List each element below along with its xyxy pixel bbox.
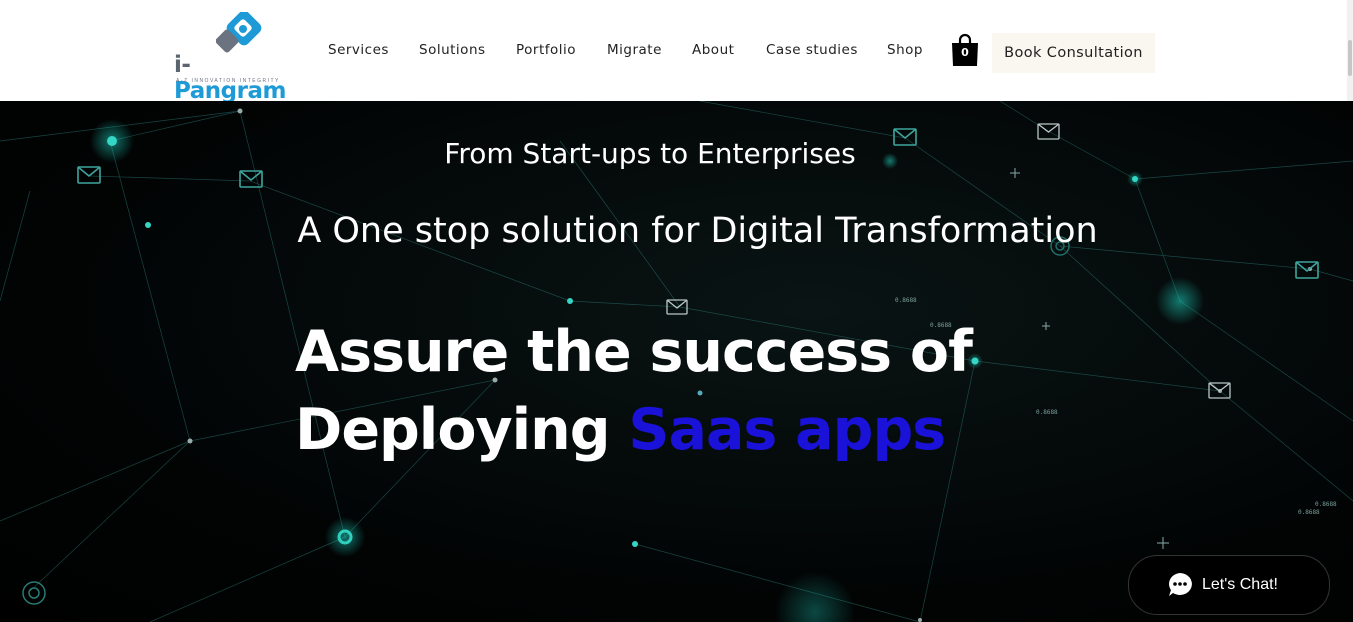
- nav-item-case-studies[interactable]: Case studies: [766, 42, 858, 58]
- hero-headline: Assure the success of Deploying Saas app…: [295, 313, 973, 469]
- book-consultation-button[interactable]: Book Consultation: [992, 33, 1155, 73]
- svg-text:0.8688: 0.8688: [1298, 509, 1320, 516]
- logo-tagline: A-Z INNOVATION INTEGRITY: [176, 78, 280, 84]
- nav-item-about[interactable]: About: [692, 42, 734, 58]
- logo[interactable]: i-Pangram A-Z INNOVATION INTEGRITY: [172, 12, 302, 104]
- cart-button[interactable]: 0: [950, 33, 980, 67]
- scrollbar-thumb[interactable]: [1348, 40, 1352, 76]
- chat-button[interactable]: Let's Chat!: [1128, 555, 1330, 615]
- hero-section: 0.8688 0.8688 0.8688 0.8688 0.8688 From …: [0, 101, 1353, 622]
- headline-prefix: Deploying: [295, 397, 611, 463]
- nav-item-solutions[interactable]: Solutions: [419, 42, 486, 58]
- nav-item-shop[interactable]: Shop: [887, 42, 923, 58]
- chat-label: Let's Chat!: [1202, 576, 1278, 593]
- nav-item-portfolio[interactable]: Portfolio: [516, 42, 576, 58]
- hero-tagline: A One stop solution for Digital Transfor…: [297, 211, 1098, 251]
- headline-line-1: Assure the success of: [295, 319, 973, 385]
- cart-count: 0: [961, 46, 969, 59]
- site-header: i-Pangram A-Z INNOVATION INTEGRITY Servi…: [0, 0, 1353, 104]
- nav-item-services[interactable]: Services: [328, 42, 389, 58]
- scrollbar[interactable]: [1347, 0, 1353, 101]
- nav-item-migrate[interactable]: Migrate: [607, 42, 662, 58]
- headline-accent: Saas apps: [628, 397, 946, 463]
- headline-line-2: Deploying Saas apps: [295, 391, 972, 469]
- svg-text:0.8688: 0.8688: [1036, 409, 1058, 416]
- chat-bubble-icon: [1169, 573, 1192, 596]
- svg-text:0.8688: 0.8688: [1315, 501, 1337, 508]
- svg-text:0.8688: 0.8688: [895, 297, 917, 304]
- hero-subheading: From Start-ups to Enterprises: [444, 137, 856, 170]
